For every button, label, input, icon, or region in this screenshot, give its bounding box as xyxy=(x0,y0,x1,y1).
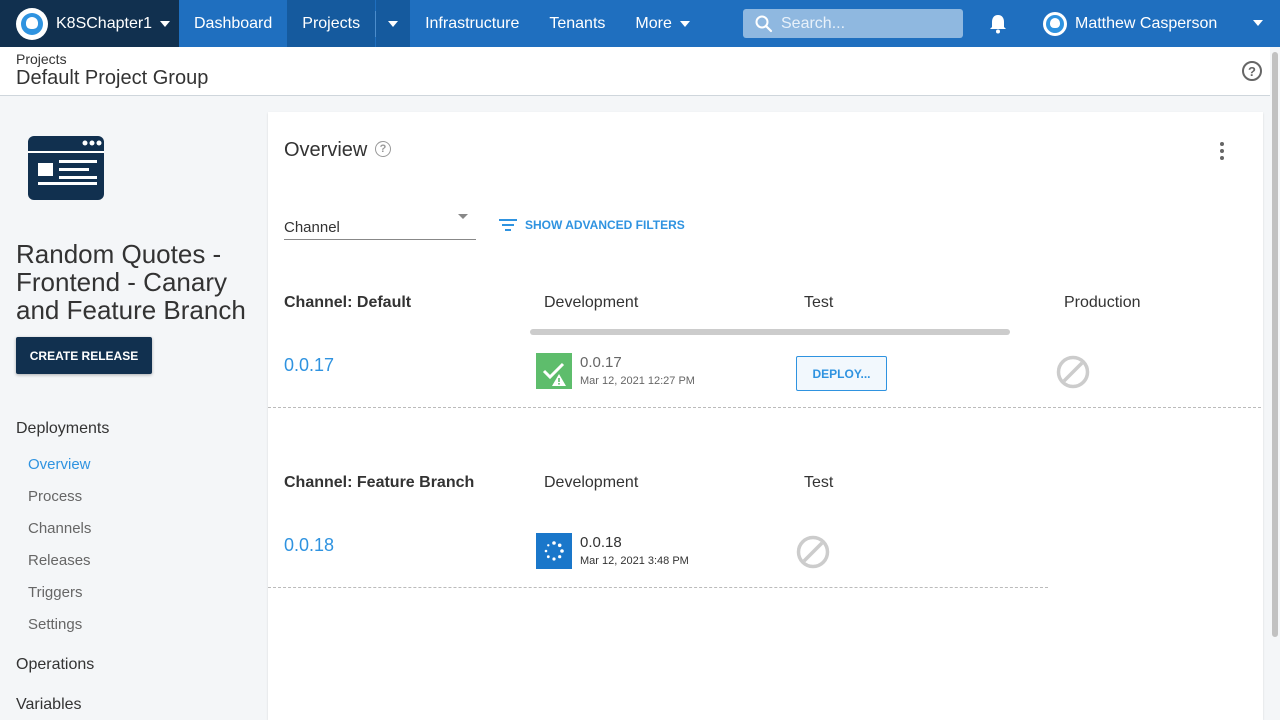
chevron-down-icon xyxy=(679,20,690,27)
sidebar-item-triggers[interactable]: Triggers xyxy=(28,584,82,601)
scrollbar-thumb[interactable] xyxy=(1272,52,1278,637)
lifecycle-progress-bar xyxy=(530,329,1010,335)
no-access-icon xyxy=(1056,355,1090,389)
page-header: Projects Default Project Group ? xyxy=(0,47,1270,96)
help-icon[interactable]: ? xyxy=(375,141,391,157)
sidebar-section-operations[interactable]: Operations xyxy=(16,656,94,674)
user-menu-chevron-down-icon[interactable] xyxy=(1253,20,1263,26)
sidebar-item-channels[interactable]: Channels xyxy=(28,520,91,537)
release-version-link[interactable]: 0.0.17 xyxy=(284,355,334,376)
sidebar-item-overview[interactable]: Overview xyxy=(28,456,91,473)
show-advanced-filters-button[interactable]: SHOW ADVANCED FILTERS xyxy=(499,218,685,232)
nav-projects[interactable]: Projects xyxy=(287,0,376,47)
octopus-logo-icon xyxy=(16,7,48,40)
advanced-filters-label: SHOW ADVANCED FILTERS xyxy=(525,218,685,232)
user-name: Matthew Casperson xyxy=(1075,14,1218,32)
bell-icon[interactable] xyxy=(988,13,1008,34)
overview-title: Overview xyxy=(284,139,368,161)
sidebar-item-releases[interactable]: Releases xyxy=(28,552,91,569)
channel-filter-label: Channel xyxy=(284,219,340,236)
env-header-test: Test xyxy=(804,474,834,491)
sidebar-item-settings[interactable]: Settings xyxy=(28,616,82,633)
nav-more-label: More xyxy=(635,14,672,32)
help-icon[interactable]: ? xyxy=(1242,61,1262,81)
chevron-down-icon xyxy=(160,20,171,27)
in-progress-icon[interactable] xyxy=(536,533,572,569)
search-box[interactable] xyxy=(743,9,963,38)
search-input[interactable] xyxy=(781,14,951,33)
project-sidebar: Random Quotes - Frontend - Canary and Fe… xyxy=(0,96,267,720)
env-header-development: Development xyxy=(544,294,639,311)
deployment-version[interactable]: 0.0.17 xyxy=(580,354,622,371)
sidebar-section-variables[interactable]: Variables xyxy=(16,696,82,714)
nav-tenants[interactable]: Tenants xyxy=(534,0,620,47)
nav-more[interactable]: More xyxy=(620,0,704,47)
chevron-down-icon xyxy=(388,20,399,27)
project-name: Random Quotes - Frontend - Canary and Fe… xyxy=(16,239,246,325)
deployment-date: Mar 12, 2021 12:27 PM xyxy=(580,375,695,387)
create-release-button[interactable]: CREATE RELEASE xyxy=(16,337,152,374)
success-with-warning-icon[interactable] xyxy=(536,353,572,389)
filter-icon xyxy=(499,219,517,231)
env-header-development: Development xyxy=(544,474,639,491)
no-access-icon xyxy=(796,535,830,569)
env-header-production: Production xyxy=(1064,294,1141,311)
sidebar-section-deployments[interactable]: Deployments xyxy=(16,420,109,438)
deployment-version[interactable]: 0.0.18 xyxy=(580,534,622,551)
search-icon xyxy=(755,15,773,32)
release-version-link[interactable]: 0.0.18 xyxy=(284,535,334,556)
nav-dashboard[interactable]: Dashboard xyxy=(179,0,287,47)
deploy-button[interactable]: DEPLOY... xyxy=(796,356,887,391)
deployment-date: Mar 12, 2021 3:48 PM xyxy=(580,555,689,567)
avatar xyxy=(1043,11,1067,36)
project-logo-icon xyxy=(28,136,104,200)
nav-infrastructure[interactable]: Infrastructure xyxy=(410,0,534,47)
space-switcher[interactable]: K8SChapter1 xyxy=(0,0,179,47)
user-menu[interactable]: Matthew Casperson xyxy=(1043,0,1217,47)
env-header-test: Test xyxy=(804,294,834,311)
overview-card: Overview ? Channel SHOW ADVANCED FILTERS… xyxy=(268,112,1263,720)
dropdown-arrow-icon xyxy=(458,214,468,219)
channel-title: Channel: Feature Branch xyxy=(284,474,475,491)
row-divider xyxy=(268,407,1261,408)
projects-menu-button[interactable] xyxy=(376,0,411,47)
channel-filter-select[interactable]: Channel xyxy=(284,208,476,240)
channel-title: Channel: Default xyxy=(284,294,412,311)
row-divider xyxy=(268,587,1048,588)
page-title: Default Project Group xyxy=(16,67,209,89)
space-name: K8SChapter1 xyxy=(56,14,153,32)
sidebar-item-process[interactable]: Process xyxy=(28,488,82,505)
breadcrumb[interactable]: Projects xyxy=(16,51,67,67)
more-options-icon[interactable] xyxy=(1219,142,1225,160)
